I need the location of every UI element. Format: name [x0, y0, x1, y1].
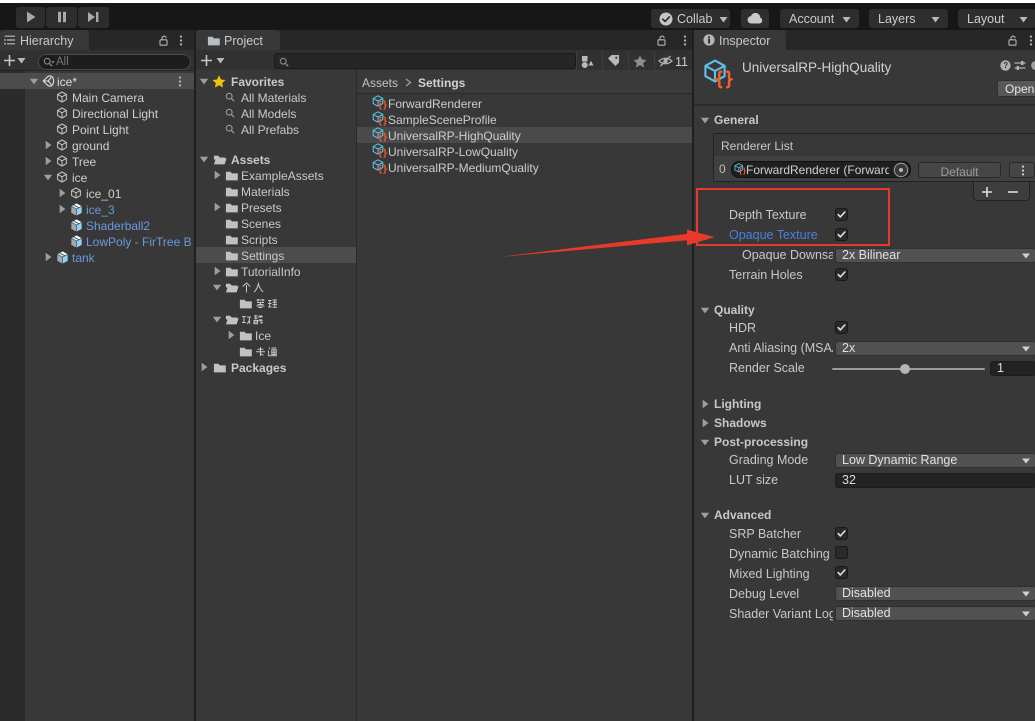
- svg-text:?: ?: [1003, 61, 1008, 70]
